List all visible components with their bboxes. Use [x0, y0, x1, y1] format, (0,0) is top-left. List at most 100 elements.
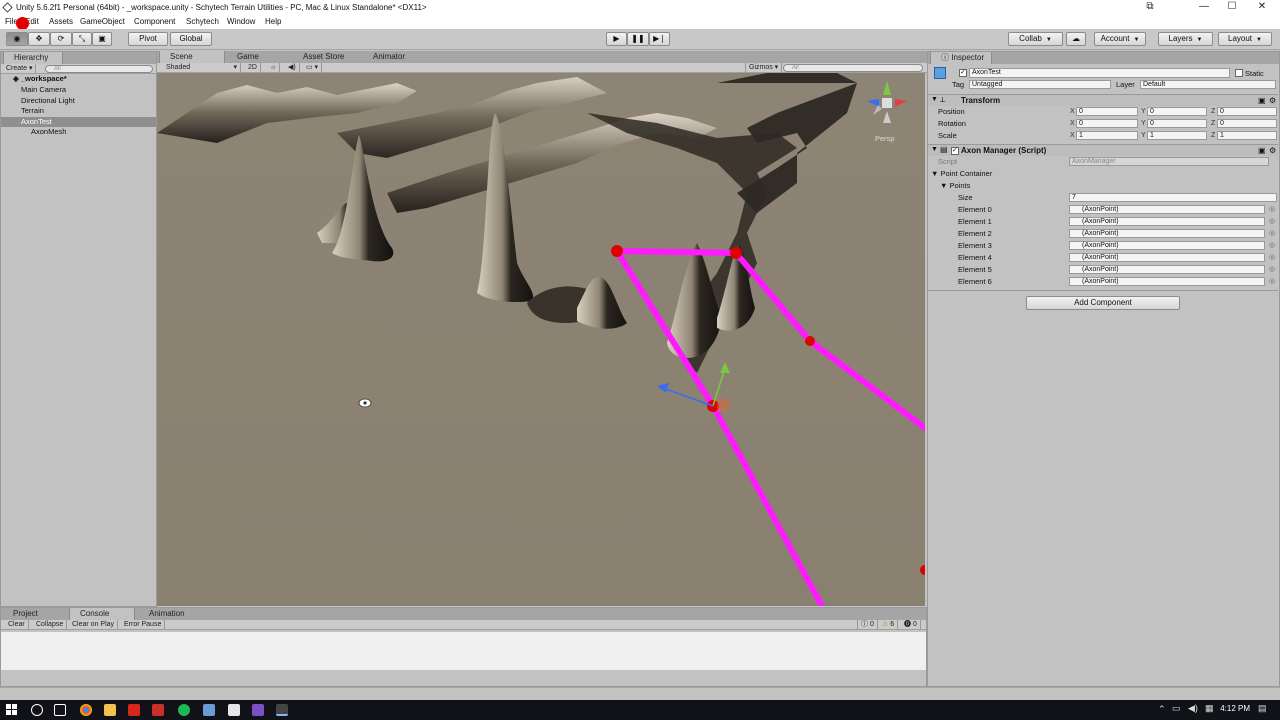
layer-dropdown[interactable]: Default: [1140, 80, 1276, 89]
position-y-field[interactable]: 0: [1147, 107, 1207, 116]
error-pause-button[interactable]: Error Pause: [121, 620, 166, 630]
tab-animation[interactable]: Animation: [139, 608, 209, 620]
clear-button[interactable]: Clear: [5, 620, 29, 630]
active-checkbox[interactable]: ✓: [959, 69, 967, 77]
spotify-icon[interactable]: [178, 704, 190, 716]
menu-schytech[interactable]: Schytech: [186, 15, 219, 29]
volume-icon[interactable]: ◀): [1188, 703, 1198, 714]
collapse-button[interactable]: Collapse: [33, 620, 68, 630]
restore-small-icon[interactable]: ⧉: [1136, 0, 1164, 15]
tab-game[interactable]: Game: [227, 51, 287, 63]
hierarchy-search-input[interactable]: All: [45, 65, 153, 73]
network-icon[interactable]: ▭: [1172, 703, 1181, 714]
visual-studio-icon[interactable]: [252, 704, 264, 716]
tab-scene[interactable]: Scene: [159, 51, 225, 63]
rect-tool-button[interactable]: ▣: [92, 32, 112, 46]
console-log-area[interactable]: [1, 632, 926, 670]
persp-label[interactable]: Persp: [875, 134, 895, 143]
hierarchy-item-axontest[interactable]: AxonTest: [1, 116, 156, 127]
gear-icon[interactable]: ⚙: [1269, 96, 1276, 105]
element-object-field[interactable]: (AxonPoint): [1069, 241, 1265, 250]
hierarchy-item-directional-light[interactable]: Directional Light: [1, 96, 156, 107]
app-red-icon[interactable]: [128, 704, 140, 716]
help-icon[interactable]: ▣: [1258, 146, 1266, 155]
scale-z-field[interactable]: 1: [1217, 131, 1277, 140]
file-explorer-icon[interactable]: [104, 704, 116, 716]
rotation-x-field[interactable]: 0: [1076, 119, 1138, 128]
help-icon[interactable]: ▣: [1258, 96, 1266, 105]
tab-project[interactable]: Project: [3, 608, 65, 620]
view-tool-button[interactable]: ◉: [6, 32, 28, 46]
position-z-field[interactable]: 0: [1217, 107, 1277, 116]
pause-button[interactable]: ❚❚: [627, 32, 649, 46]
object-picker-icon[interactable]: ◎: [1269, 240, 1275, 252]
rotation-z-field[interactable]: 0: [1217, 119, 1277, 128]
menu-component[interactable]: Component: [134, 15, 175, 29]
tab-hierarchy[interactable]: Hierarchy: [3, 52, 63, 64]
step-button[interactable]: ▶❘: [649, 32, 670, 46]
scene-root[interactable]: ◈ _workspace*: [1, 74, 156, 85]
rotate-tool-button[interactable]: ⟳: [50, 32, 72, 46]
create-dropdown[interactable]: Create ▾: [3, 64, 37, 74]
2d-toggle-button[interactable]: 2D: [245, 63, 261, 73]
gizmos-dropdown[interactable]: Gizmos ▾: [745, 63, 783, 73]
pivot-toggle-button[interactable]: Pivot: [128, 32, 168, 46]
layers-dropdown[interactable]: Layers ▼: [1158, 32, 1213, 46]
position-x-field[interactable]: 0: [1076, 107, 1138, 116]
layout-dropdown[interactable]: Layout ▼: [1218, 32, 1272, 46]
object-picker-icon[interactable]: ◎: [1269, 216, 1275, 228]
chrome-icon[interactable]: [80, 704, 92, 716]
object-picker-icon[interactable]: ◎: [1269, 228, 1275, 240]
minimize-button[interactable]: —: [1190, 0, 1218, 15]
play-button[interactable]: ▶: [606, 32, 627, 46]
menu-gameobject[interactable]: GameObject: [80, 15, 125, 29]
element-object-field[interactable]: (AxonPoint): [1069, 229, 1265, 238]
tag-dropdown[interactable]: Untagged: [969, 80, 1111, 89]
object-picker-icon[interactable]: ◎: [1269, 264, 1275, 276]
add-component-button[interactable]: Add Component: [1026, 296, 1180, 310]
scale-y-field[interactable]: 1: [1147, 131, 1207, 140]
element-object-field[interactable]: (AxonPoint): [1069, 205, 1265, 214]
error-count-toggle[interactable]: ⓿ 0: [901, 620, 921, 630]
maximize-button[interactable]: ☐: [1218, 0, 1246, 15]
notepad-icon[interactable]: [228, 704, 240, 716]
menu-assets[interactable]: Assets: [49, 15, 73, 29]
hierarchy-item-main-camera[interactable]: Main Camera: [1, 85, 156, 96]
effects-dropdown[interactable]: ▭ ▾: [303, 63, 323, 73]
rotation-y-field[interactable]: 0: [1147, 119, 1207, 128]
point-container-row[interactable]: ▼ Point Container: [928, 168, 1278, 180]
points-row[interactable]: ▼ Points: [928, 180, 1278, 192]
windows-start-icon[interactable]: [6, 704, 18, 716]
tab-console[interactable]: Console: [69, 608, 135, 620]
object-picker-icon[interactable]: ◎: [1269, 276, 1275, 288]
app-red-b-icon[interactable]: [152, 704, 164, 716]
object-picker-icon[interactable]: ◎: [1269, 204, 1275, 216]
element-object-field[interactable]: (AxonPoint): [1069, 277, 1265, 286]
clear-on-play-button[interactable]: Clear on Play: [69, 620, 119, 630]
component-enabled-checkbox[interactable]: ✓: [951, 147, 959, 155]
notifications-icon[interactable]: ▤: [1258, 703, 1267, 714]
move-tool-button[interactable]: ✥: [28, 32, 50, 46]
size-field[interactable]: 7: [1069, 193, 1277, 202]
static-checkbox[interactable]: [1235, 69, 1243, 77]
scale-tool-button[interactable]: ⤡: [72, 32, 92, 46]
element-object-field[interactable]: (AxonPoint): [1069, 217, 1265, 226]
menu-window[interactable]: Window: [227, 15, 255, 29]
collab-dropdown[interactable]: Collab ▼: [1008, 32, 1063, 46]
scale-x-field[interactable]: 1: [1076, 131, 1138, 140]
transform-header[interactable]: ▼ ⟂ Transform ▣ ⚙: [928, 94, 1278, 106]
search-icon[interactable]: [31, 704, 43, 716]
clock-time[interactable]: 4:12 PM: [1210, 704, 1250, 713]
element-object-field[interactable]: (AxonPoint): [1069, 265, 1265, 274]
object-picker-icon[interactable]: ◎: [1269, 252, 1275, 264]
tab-animator[interactable]: Animator: [363, 51, 419, 63]
object-name-input[interactable]: AxonTest: [969, 68, 1230, 78]
unity-taskbar-icon[interactable]: [276, 704, 288, 716]
tab-asset-store[interactable]: Asset Store: [293, 51, 357, 63]
hierarchy-item-terrain[interactable]: Terrain: [1, 106, 156, 117]
global-toggle-button[interactable]: Global: [170, 32, 212, 46]
gear-icon[interactable]: ⚙: [1269, 146, 1276, 155]
hierarchy-item-axonmesh[interactable]: AxonMesh: [1, 127, 156, 138]
task-view-icon[interactable]: [54, 704, 66, 716]
info-count-toggle[interactable]: ⓘ 0: [857, 620, 878, 630]
